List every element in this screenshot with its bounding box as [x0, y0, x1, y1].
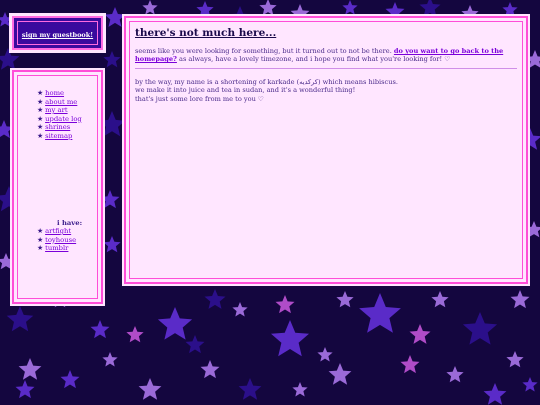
lore-text: by the way, my name is a shortening of k…: [135, 78, 517, 103]
not-found-message: seems like you were looking for somethin…: [135, 47, 517, 64]
nav-item-about-me: ★ about me: [37, 98, 82, 107]
background-star-icon: [510, 290, 530, 309]
star-bullet-icon: ★: [37, 114, 44, 123]
nav-item-artfight: ★ artfight: [37, 227, 76, 236]
background-star-icon: [6, 306, 34, 332]
background-star-icon: [196, 1, 214, 18]
page-title: there's not much here...: [135, 27, 277, 39]
star-bullet-icon: ★: [37, 235, 44, 244]
background-star-icon: [483, 383, 507, 405]
nav-item-toyhouse: ★ toyhouse: [37, 236, 76, 245]
background-star-icon: [238, 378, 262, 400]
sidebar-nav: ★ home ★ about me ★ my art ★ update log ★ shr…: [10, 68, 105, 306]
background-star-icon: [359, 293, 401, 333]
nav-link-about-me[interactable]: about me: [45, 98, 77, 106]
guestbook-box: sign my guestbook!: [9, 13, 106, 53]
background-star-icon: [328, 363, 352, 385]
nav-item-my-art: ★ my art: [37, 106, 82, 115]
background-star-icon: [275, 295, 295, 314]
star-bullet-icon: ★: [37, 97, 44, 106]
star-bullet-icon: ★: [37, 227, 44, 235]
background-star-icon: [138, 378, 162, 400]
background-star-icon: [271, 320, 309, 357]
background-star-icon: [0, 12, 13, 27]
nav-item-home: ★ home: [37, 89, 82, 98]
background-star-icon: [506, 351, 524, 368]
nav-link-sitemap[interactable]: sitemap: [45, 132, 72, 140]
nav-item-shrines: ★ shrines: [37, 123, 82, 132]
main-content: there's not much here... seems like you …: [122, 14, 530, 286]
background-star-icon: [409, 324, 431, 344]
external-links-list: ★ artfight ★ toyhouse ★ tumblr: [37, 227, 76, 253]
lore-line: that's just some lore from me to you ♡: [135, 94, 264, 103]
star-bullet-icon: ★: [37, 131, 44, 140]
lore-line: we make it into juice and tea in sudan, …: [135, 86, 356, 95]
background-star-icon: [204, 289, 226, 309]
nav-link-update-log[interactable]: update log: [45, 115, 82, 123]
star-bullet-icon: ★: [37, 89, 44, 97]
background-star-icon: [126, 326, 144, 343]
background-star-icon: [502, 2, 518, 17]
nav-link-toyhouse[interactable]: toyhouse: [45, 236, 76, 244]
nav-link-my-art[interactable]: my art: [45, 106, 67, 114]
background-star-icon: [336, 291, 354, 308]
background-star-icon: [400, 355, 420, 374]
background-star-icon: [431, 291, 449, 308]
background-star-icon: [419, 0, 441, 17]
background-star-icon: [292, 382, 308, 397]
background-star-icon: [102, 352, 118, 367]
background-star-icon: [200, 360, 220, 379]
guestbook-link[interactable]: sign my guestbook!: [14, 31, 101, 39]
i-have-heading: i have:: [57, 219, 83, 227]
background-star-icon: [446, 366, 464, 383]
nav-link-artfight[interactable]: artfight: [45, 227, 71, 235]
background-star-icon: [60, 370, 80, 389]
background-star-icon: [142, 0, 158, 15]
background-star-icon: [103, 51, 121, 68]
nav-item-sitemap: ★ sitemap: [37, 132, 82, 141]
star-bullet-icon: ★: [37, 106, 44, 114]
background-star-icon: [15, 380, 35, 399]
nav-link-tumblr[interactable]: tumblr: [45, 244, 68, 252]
background-star-icon: [157, 307, 193, 340]
nav-link-shrines[interactable]: shrines: [45, 123, 70, 131]
nav-link-home[interactable]: home: [45, 89, 64, 97]
message-text: seems like you were looking for somethin…: [135, 47, 394, 55]
background-star-icon: [103, 236, 121, 253]
message-text-end: as always, have a lovely timezone, and i…: [176, 55, 451, 64]
background-star-icon: [232, 302, 248, 317]
nav-item-update-log: ★ update log: [37, 115, 82, 124]
star-bullet-icon: ★: [37, 123, 44, 131]
background-star-icon: [462, 312, 498, 345]
background-star-icon: [90, 320, 110, 339]
nav-list: ★ home ★ about me ★ my art ★ update log ★ shr…: [37, 89, 82, 140]
background-star-icon: [522, 377, 538, 392]
background-star-icon: [259, 0, 277, 16]
lore-line: by the way, my name is a shortening of k…: [135, 78, 398, 86]
background-star-icon: [342, 0, 358, 15]
star-bullet-icon: ★: [37, 244, 44, 252]
background-star-icon: [18, 358, 42, 380]
background-star-icon: [104, 7, 126, 27]
nav-item-tumblr: ★ tumblr: [37, 244, 76, 253]
background-star-icon: [317, 347, 333, 362]
divider: [135, 68, 517, 69]
background-star-icon: [0, 48, 20, 70]
background-star-icon: [100, 190, 120, 209]
background-star-icon: [185, 335, 205, 354]
